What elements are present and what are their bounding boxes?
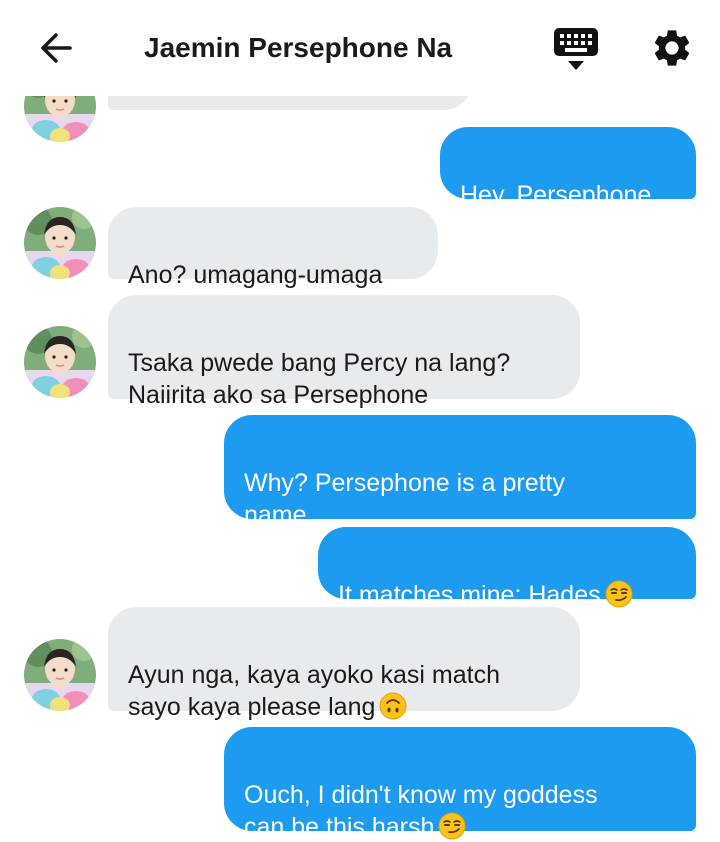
gear-icon (654, 30, 690, 66)
arrow-left-icon (41, 33, 72, 63)
message-bubble-sent[interactable]: Ouch, I didn't know my goddess can be th… (224, 727, 696, 841)
message-list[interactable]: Hey, Persephone. Ano? umagang-umaga Tsak… (0, 36, 720, 842)
avatar[interactable] (24, 326, 96, 398)
avatar[interactable] (24, 207, 96, 279)
smirking-face-emoji (605, 580, 633, 608)
message-bubble-received[interactable]: Ano? umagang-umaga (108, 207, 438, 289)
message-text: Ayun nga, kaya ayoko kasi match sayo kay… (128, 661, 500, 721)
message-bubble-received[interactable]: Tsaka pwede bang Percy na lang? Naiirita… (108, 295, 580, 409)
message-text: Tsaka pwede bang Percy na lang? Naiirita… (128, 349, 511, 409)
chat-header: Jaemin Persephone Na (0, 0, 720, 96)
message-bubble-sent[interactable]: It matches mine: Hades (318, 527, 696, 609)
keyboard-button[interactable] (552, 26, 600, 72)
message-bubble-received[interactable]: Ayun nga, kaya ayoko kasi match sayo kay… (108, 607, 580, 721)
settings-button[interactable] (650, 26, 694, 70)
avatar[interactable] (24, 639, 96, 711)
message-text: Ouch, I didn't know my goddess can be th… (244, 781, 598, 841)
conversation-title: Jaemin Persephone Na (144, 32, 453, 63)
smirking-face-emoji (438, 812, 466, 840)
message-bubble-sent[interactable]: Why? Persephone is a pretty name. (224, 415, 696, 529)
back-button[interactable] (36, 28, 76, 68)
upside-down-face-emoji (379, 692, 407, 720)
chat-screen: Jaemin Persephone Na Hey, Persephone. An… (0, 0, 720, 842)
message-bubble-sent[interactable]: Hey, Persephone. (440, 127, 696, 209)
message-text: Hey, Persephone. (460, 181, 659, 209)
message-text: It matches mine: Hades (338, 581, 601, 609)
message-text: Why? Persephone is a pretty name. (244, 469, 565, 529)
message-text: Ano? umagang-umaga (128, 261, 383, 289)
keyboard-icon (554, 28, 598, 70)
